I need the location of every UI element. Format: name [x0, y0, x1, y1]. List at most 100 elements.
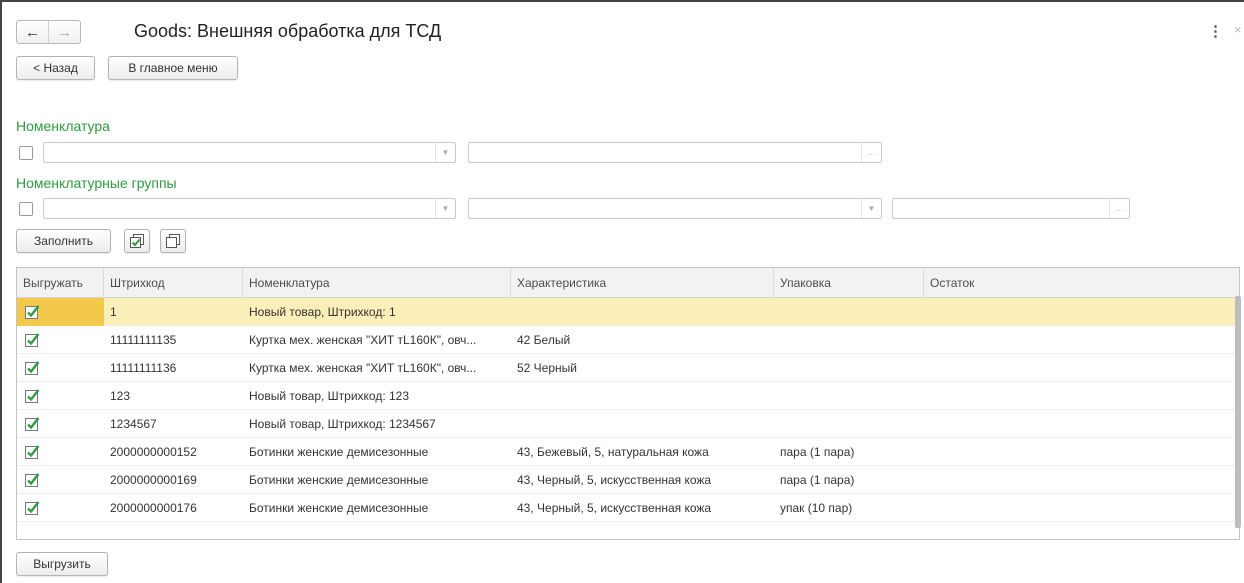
nomenclature-cell[interactable]: Ботинки женские демисезонные: [243, 494, 511, 522]
chevron-down-icon[interactable]: ▼: [861, 199, 881, 218]
barcode-cell[interactable]: 1234567: [104, 410, 243, 438]
export-cell[interactable]: [17, 410, 104, 438]
column-header-remainder[interactable]: Остаток: [924, 268, 1239, 298]
fill-button[interactable]: Заполнить: [16, 229, 111, 253]
check-all-icon: [130, 234, 144, 248]
package-cell[interactable]: упак (10 пар): [774, 494, 924, 522]
nomenclature-groups-value-select[interactable]: ▼: [468, 198, 882, 219]
table-row[interactable]: 2000000000176 Ботинки женские демисезонны…: [17, 494, 1239, 522]
nomenclature-cell[interactable]: Новый товар, Штрихкод: 123: [243, 382, 511, 410]
export-checkbox[interactable]: [25, 304, 40, 319]
column-header-export[interactable]: Выгружать: [17, 268, 104, 298]
package-cell[interactable]: [774, 382, 924, 410]
main-menu-button[interactable]: В главное меню: [108, 56, 238, 80]
barcode-cell[interactable]: 11111111136: [104, 354, 243, 382]
remainder-cell[interactable]: [924, 326, 1239, 354]
check-all-button[interactable]: [124, 229, 150, 253]
export-checkbox[interactable]: [25, 388, 40, 403]
barcode-cell[interactable]: 2000000000169: [104, 466, 243, 494]
export-checkbox[interactable]: [25, 416, 40, 431]
export-cell[interactable]: [17, 438, 104, 466]
table-row[interactable]: 11111111136 Куртка мех. женская "ХИТ тL16…: [17, 354, 1239, 382]
characteristic-cell[interactable]: [511, 410, 774, 438]
characteristic-cell[interactable]: [511, 298, 774, 326]
nomenclature-cell[interactable]: Ботинки женские демисезонные: [243, 466, 511, 494]
table-row[interactable]: 11111111135 Куртка мех. женская "ХИТ тL16…: [17, 326, 1239, 354]
package-cell[interactable]: [774, 326, 924, 354]
export-checkbox[interactable]: [25, 360, 40, 375]
package-cell[interactable]: пара (1 пара): [774, 438, 924, 466]
characteristic-cell[interactable]: 43, Бежевый, 5, натуральная кожа: [511, 438, 774, 466]
remainder-cell[interactable]: [924, 438, 1239, 466]
table-row[interactable]: 2000000000169 Ботинки женские демисезонны…: [17, 466, 1239, 494]
export-cell[interactable]: [17, 298, 104, 326]
nomenclature-cell[interactable]: Новый товар, Штрихкод: 1: [243, 298, 511, 326]
export-cell[interactable]: [17, 494, 104, 522]
characteristic-cell[interactable]: 43, Черный, 5, искусственная кожа: [511, 466, 774, 494]
nomenclature-groups-filter-checkbox[interactable]: [19, 202, 33, 216]
export-cell[interactable]: [17, 382, 104, 410]
export-checkbox[interactable]: [25, 444, 40, 459]
nomenclature-filter-checkbox[interactable]: [19, 146, 33, 160]
close-icon[interactable]: ×: [1234, 22, 1242, 37]
package-cell[interactable]: [774, 410, 924, 438]
table-header: Выгружать Штрихкод Номенклатура Характер…: [17, 268, 1239, 298]
table-row[interactable]: 1 Новый товар, Штрихкод: 1: [17, 298, 1239, 326]
export-cell[interactable]: [17, 326, 104, 354]
table-row[interactable]: 1234567 Новый товар, Штрихкод: 1234567: [17, 410, 1239, 438]
nomenclature-value-input[interactable]: …: [468, 142, 882, 163]
forward-arrow-icon[interactable]: →: [49, 21, 80, 43]
back-button[interactable]: < Назад: [16, 56, 95, 80]
column-header-barcode[interactable]: Штрихкод: [104, 268, 243, 298]
nomenclature-cell[interactable]: Куртка мех. женская "ХИТ тL160К", овч...: [243, 326, 511, 354]
remainder-cell[interactable]: [924, 410, 1239, 438]
column-header-nomenclature[interactable]: Номенклатура: [243, 268, 511, 298]
characteristic-cell[interactable]: 43, Черный, 5, искусственная кожа: [511, 494, 774, 522]
remainder-cell[interactable]: [924, 466, 1239, 494]
goods-table[interactable]: Выгружать Штрихкод Номенклатура Характер…: [16, 267, 1240, 540]
uncheck-all-button[interactable]: [160, 229, 186, 253]
ellipsis-icon[interactable]: …: [1109, 199, 1129, 218]
export-checkbox[interactable]: [25, 472, 40, 487]
export-checkbox[interactable]: [25, 332, 40, 347]
characteristic-cell[interactable]: [511, 382, 774, 410]
remainder-cell[interactable]: [924, 494, 1239, 522]
barcode-cell[interactable]: 11111111135: [104, 326, 243, 354]
back-arrow-icon[interactable]: ←: [17, 21, 49, 43]
characteristic-cell[interactable]: 52 Черный: [511, 354, 774, 382]
nomenclature-groups-comparison-select[interactable]: ▼: [43, 198, 456, 219]
history-navigation: ← →: [16, 20, 81, 44]
export-cell[interactable]: [17, 354, 104, 382]
barcode-cell[interactable]: 2000000000176: [104, 494, 243, 522]
nomenclature-cell[interactable]: Новый товар, Штрихкод: 1234567: [243, 410, 511, 438]
column-header-package[interactable]: Упаковка: [774, 268, 924, 298]
table-scrollbar[interactable]: [1235, 296, 1241, 528]
uncheck-all-icon: [166, 234, 180, 248]
more-menu-icon[interactable]: ⋮: [1208, 22, 1223, 40]
remainder-cell[interactable]: [924, 382, 1239, 410]
column-header-characteristic[interactable]: Характеристика: [511, 268, 774, 298]
export-button[interactable]: Выгрузить: [16, 552, 108, 576]
characteristic-cell[interactable]: 42 Белый: [511, 326, 774, 354]
barcode-cell[interactable]: 1: [104, 298, 243, 326]
remainder-cell[interactable]: [924, 354, 1239, 382]
nomenclature-cell[interactable]: Куртка мех. женская "ХИТ тL160К", овч...: [243, 354, 511, 382]
barcode-cell[interactable]: 2000000000152: [104, 438, 243, 466]
nomenclature-groups-value-input[interactable]: …: [892, 198, 1130, 219]
export-cell[interactable]: [17, 466, 104, 494]
nomenclature-cell[interactable]: Ботинки женские демисезонные: [243, 438, 511, 466]
package-cell[interactable]: пара (1 пара): [774, 466, 924, 494]
package-cell[interactable]: [774, 298, 924, 326]
chevron-down-icon[interactable]: ▼: [435, 199, 455, 218]
barcode-cell[interactable]: 123: [104, 382, 243, 410]
table-row[interactable]: 123 Новый товар, Штрихкод: 123: [17, 382, 1239, 410]
nomenclature-comparison-select[interactable]: ▼: [43, 142, 456, 163]
nomenclature-groups-label: Номенклатурные группы: [16, 175, 177, 191]
chevron-down-icon[interactable]: ▼: [435, 143, 455, 162]
table-row[interactable]: 2000000000152 Ботинки женские демисезонны…: [17, 438, 1239, 466]
export-checkbox[interactable]: [25, 500, 40, 515]
package-cell[interactable]: [774, 354, 924, 382]
remainder-cell[interactable]: [924, 298, 1239, 326]
ellipsis-icon[interactable]: …: [861, 143, 881, 162]
page-title: Goods: Внешняя обработка для ТСД: [134, 21, 442, 41]
